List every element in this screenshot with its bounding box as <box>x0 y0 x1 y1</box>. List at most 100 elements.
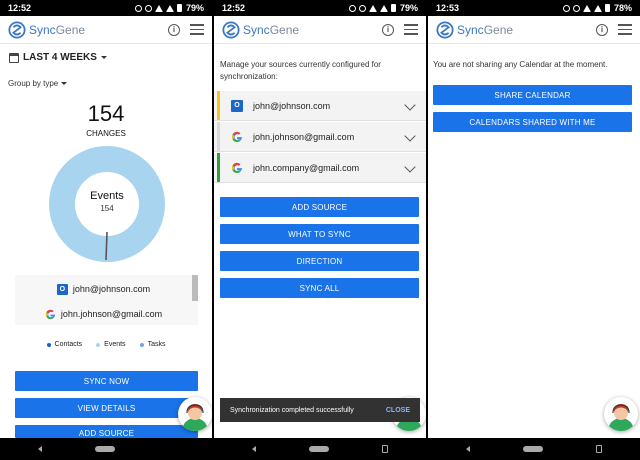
snackbar-close-button[interactable]: CLOSE <box>386 407 410 414</box>
google-icon <box>45 309 55 319</box>
signal-icon <box>165 4 174 12</box>
alarm-icon <box>562 4 570 12</box>
battery-icon <box>604 4 610 12</box>
share-calendar-button[interactable]: SHARE CALENDAR <box>433 85 632 105</box>
info-icon[interactable]: i <box>168 23 180 36</box>
info-icon[interactable]: i <box>382 23 394 36</box>
sources-screen: 12:52 79% SyncGene i Manage your sources… <box>214 0 426 460</box>
direction-button[interactable]: DIRECTION <box>220 251 419 271</box>
donut-center: Events 154 <box>49 190 165 213</box>
support-agent-icon <box>182 404 208 431</box>
google-icon <box>231 131 242 142</box>
slice-separator <box>105 231 108 261</box>
status-time: 12:53 <box>436 3 460 13</box>
chart-legend: Contacts Events Tasks <box>0 341 212 348</box>
signal-icon <box>379 4 388 12</box>
alarm-icon <box>134 4 142 12</box>
source-email: john.johnson@gmail.com <box>253 131 355 142</box>
chevron-down-icon[interactable] <box>404 130 416 142</box>
back-icon[interactable] <box>466 446 470 452</box>
back-icon[interactable] <box>252 446 256 452</box>
rotate-icon[interactable] <box>382 445 388 453</box>
support-avatar-button[interactable] <box>604 397 638 431</box>
syncgene-logo: SyncGene <box>8 20 85 39</box>
hamburger-menu-icon[interactable] <box>404 24 418 35</box>
chevron-down-icon[interactable] <box>404 161 416 173</box>
signal-icon <box>593 4 602 12</box>
sync-complete-snackbar: Synchronization completed successfully C… <box>220 398 420 422</box>
no-sharing-message: You are not sharing any Calendar at the … <box>433 60 608 69</box>
home-icon[interactable] <box>523 446 543 452</box>
account-list[interactable]: O john@johnson.com john.johnson@gmail.co… <box>15 275 198 325</box>
syncgene-logo-icon <box>436 20 454 39</box>
group-by-selector[interactable]: Group by type <box>8 79 68 88</box>
status-time: 12:52 <box>8 3 32 13</box>
date-range-label: LAST 4 WEEKS <box>23 52 97 63</box>
app-header: SyncGene i <box>428 16 640 44</box>
mute-icon <box>144 4 152 12</box>
legend-dot <box>46 342 51 347</box>
what-to-sync-button[interactable]: WHAT TO SYNC <box>220 224 419 244</box>
changes-label: CHANGES <box>86 129 126 138</box>
android-nav-bar <box>0 438 212 460</box>
chevron-down-icon[interactable] <box>404 99 416 111</box>
date-range-selector[interactable]: LAST 4 WEEKS <box>9 52 107 63</box>
add-source-button[interactable]: ADD SOURCE <box>220 197 419 217</box>
source-color-bar <box>217 153 220 182</box>
list-item[interactable]: O john@johnson.com <box>15 277 192 301</box>
syncgene-logo-icon <box>8 20 26 39</box>
battery-icon <box>176 4 182 12</box>
list-item[interactable]: john.johnson@gmail.com <box>15 302 192 326</box>
support-avatar-button[interactable] <box>178 397 212 431</box>
legend-item-tasks[interactable]: Tasks <box>139 341 165 348</box>
battery-percent: 79% <box>399 3 418 13</box>
status-bar: 12:52 79% <box>214 0 426 16</box>
app-header: SyncGene i <box>214 16 426 44</box>
support-agent-icon <box>608 404 634 431</box>
battery-percent: 79% <box>185 3 204 13</box>
outlook-icon: O <box>231 99 243 112</box>
sync-all-button[interactable]: SYNC ALL <box>220 278 419 298</box>
sources-intro-text: Manage your sources currently configured… <box>220 60 381 81</box>
source-color-bar <box>217 91 220 120</box>
syncgene-logo: SyncGene <box>222 20 299 39</box>
alarm-icon <box>348 4 356 12</box>
scrollbar[interactable] <box>192 275 198 301</box>
group-by-label: Group by type <box>8 79 59 88</box>
android-nav-bar <box>214 438 426 460</box>
source-email: john.company@gmail.com <box>253 162 360 173</box>
syncgene-logo-icon <box>222 20 240 39</box>
battery-icon <box>390 4 396 12</box>
legend-dot <box>139 342 144 347</box>
snackbar-message: Synchronization completed successfully <box>230 406 354 414</box>
rotate-icon[interactable] <box>596 445 602 453</box>
source-item[interactable]: john.johnson@gmail.com <box>214 122 426 152</box>
source-item[interactable]: O john@johnson.com <box>214 91 426 121</box>
hamburger-menu-icon[interactable] <box>190 24 204 35</box>
android-nav-bar <box>428 438 640 460</box>
total-changes-count: 154 <box>87 101 125 126</box>
account-email: john@johnson.com <box>72 284 151 294</box>
source-item[interactable]: john.company@gmail.com <box>214 153 426 183</box>
add-source-button[interactable]: ADD SOURCE <box>15 425 198 438</box>
source-email: john@johnson.com <box>253 100 331 111</box>
legend-item-events[interactable]: Events <box>96 341 126 348</box>
home-icon[interactable] <box>309 446 329 452</box>
source-color-bar <box>217 122 220 151</box>
dropdown-caret-icon <box>100 56 107 59</box>
status-time: 12:52 <box>222 3 246 13</box>
dropdown-caret-icon <box>61 82 68 85</box>
google-icon <box>231 162 242 173</box>
calendars-shared-with-me-button[interactable]: CALENDARS SHARED WITH ME <box>433 112 632 132</box>
outlook-icon: O <box>56 283 68 295</box>
hamburger-menu-icon[interactable] <box>618 24 632 35</box>
status-bar: 12:52 79% <box>0 0 212 16</box>
legend-item-contacts[interactable]: Contacts <box>46 341 82 348</box>
legend-dot <box>96 342 101 347</box>
back-icon[interactable] <box>38 446 42 452</box>
view-details-button[interactable]: VIEW DETAILS <box>15 398 198 418</box>
info-icon[interactable]: i <box>596 23 608 36</box>
donut-center-value: 154 <box>100 204 114 213</box>
home-icon[interactable] <box>95 446 115 452</box>
sync-now-button[interactable]: SYNC NOW <box>15 371 198 391</box>
